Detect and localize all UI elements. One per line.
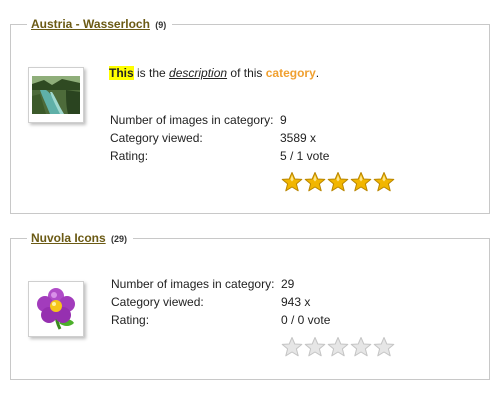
category-thumbnail[interactable] — [28, 67, 84, 123]
star-empty-icon[interactable] — [327, 336, 349, 358]
stat-value: 943 x — [281, 295, 311, 309]
stat-label: Rating: — [110, 149, 149, 163]
stat-label: Rating: — [111, 313, 150, 327]
category-title-link[interactable]: Austria - Wasserloch — [31, 17, 150, 31]
stat-label: Number of images in category: — [110, 113, 274, 127]
stat-label: Number of images in category: — [111, 277, 275, 291]
category-image-count: (29) — [111, 234, 128, 244]
stat-value: 5 / 1 vote — [280, 149, 330, 163]
star-filled-icon[interactable] — [304, 171, 326, 193]
stat-value: 29 — [281, 277, 295, 291]
category-stats: Number of images in category: 9 Category… — [110, 111, 329, 165]
description-text: is the — [133, 66, 170, 80]
rating-stars — [281, 171, 395, 193]
stat-value: 3589 x — [280, 131, 317, 145]
description-end: . — [315, 66, 320, 80]
category-header: Nuvola Icons (29) — [27, 230, 134, 247]
star-filled-icon[interactable] — [327, 171, 349, 193]
category-description: This is the description of this category… — [109, 65, 319, 81]
purple-flower-icon — [37, 288, 75, 330]
stat-row-images: Number of images in category: 9 — [110, 111, 329, 129]
star-empty-icon[interactable] — [281, 336, 303, 358]
star-empty-icon[interactable] — [373, 336, 395, 358]
stat-label: Category viewed: — [111, 295, 204, 309]
star-filled-icon[interactable] — [281, 171, 303, 193]
category-thumbnail[interactable] — [28, 281, 84, 337]
description-emphasis: description — [169, 66, 228, 80]
stat-value: 0 / 0 vote — [281, 313, 331, 327]
stat-row-rating: Rating: 0 / 0 vote — [111, 311, 330, 329]
stat-row-viewed: Category viewed: 3589 x — [110, 129, 329, 147]
star-empty-icon[interactable] — [350, 336, 372, 358]
rating-stars — [281, 336, 395, 358]
stat-row-viewed: Category viewed: 943 x — [111, 293, 330, 311]
description-highlight: This — [109, 66, 134, 80]
category-image-count: (9) — [155, 20, 167, 30]
star-empty-icon[interactable] — [304, 336, 326, 358]
category-panel-austria: Austria - Wasserloch (9) This is the des… — [10, 16, 490, 214]
stat-row-rating: Rating: 5 / 1 vote — [110, 147, 329, 165]
category-header: Austria - Wasserloch (9) — [27, 16, 173, 33]
star-filled-icon[interactable] — [350, 171, 372, 193]
category-stats: Number of images in category: 29 Categor… — [111, 275, 330, 329]
description-text: of this — [227, 66, 266, 80]
stat-row-images: Number of images in category: 29 — [111, 275, 330, 293]
stat-label: Category viewed: — [110, 131, 203, 145]
description-category-word: category — [265, 66, 316, 80]
waterfall-photo-icon — [32, 76, 80, 114]
category-panel-nuvola: Nuvola Icons (29) Number of images in ca… — [10, 230, 490, 380]
stat-value: 9 — [280, 113, 287, 127]
star-filled-icon[interactable] — [373, 171, 395, 193]
category-title-link[interactable]: Nuvola Icons — [31, 231, 106, 245]
